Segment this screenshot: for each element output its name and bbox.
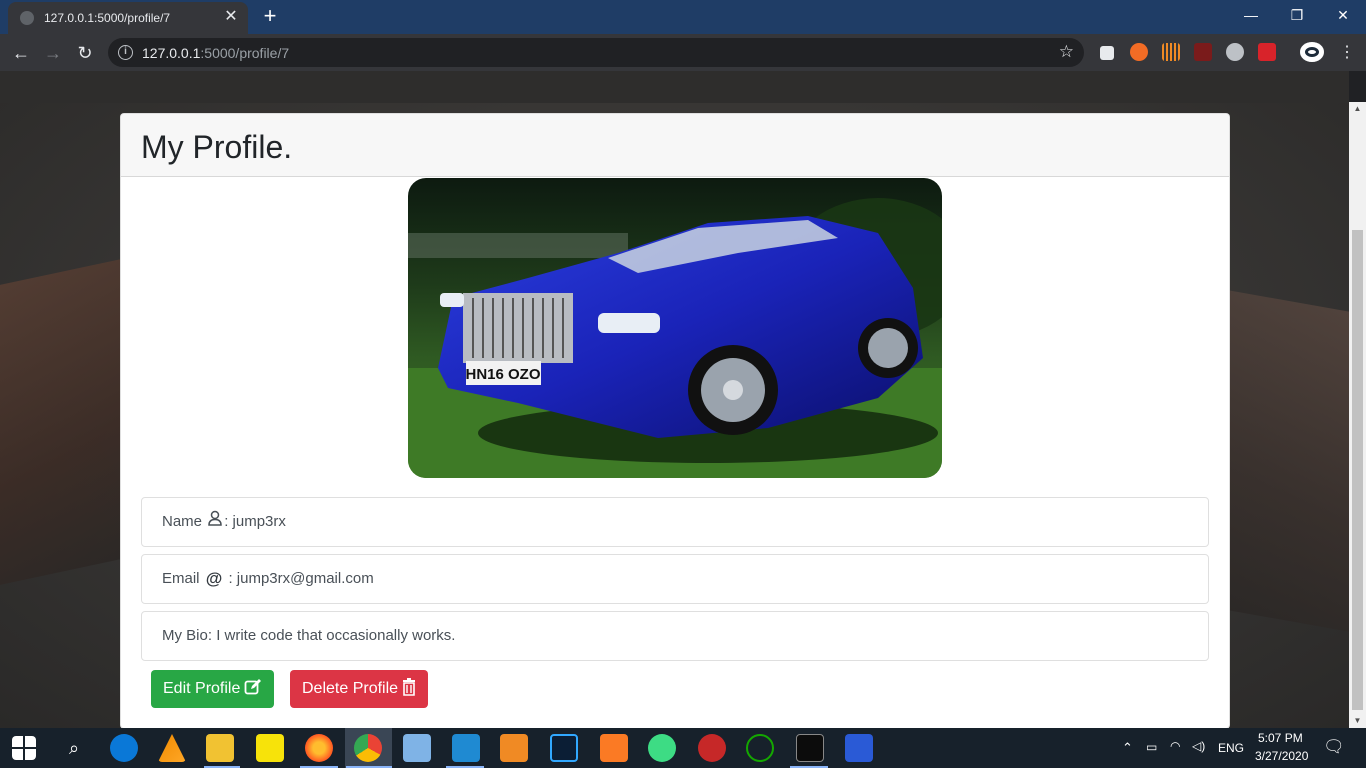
- site-info-icon[interactable]: i: [118, 45, 133, 60]
- wifi-icon[interactable]: ◠: [1170, 739, 1180, 753]
- forward-button[interactable]: →: [40, 40, 66, 66]
- chrome-icon[interactable]: [354, 734, 382, 762]
- email-value: jump3rx@gmail.com: [236, 570, 374, 587]
- at-icon: @: [205, 569, 223, 589]
- user-icon: [208, 498, 222, 546]
- eye-ext-icon[interactable]: [1300, 42, 1324, 62]
- page-top-band: [0, 71, 1349, 103]
- scroll-down-icon[interactable]: ▼: [1349, 714, 1366, 728]
- back-button[interactable]: ←: [8, 40, 34, 66]
- powershell-icon[interactable]: [845, 734, 873, 762]
- name-value: jump3rx: [232, 513, 286, 530]
- honey-ext-icon[interactable]: [1130, 43, 1148, 61]
- browser-tab-strip: 127.0.0.1:5000/profile/7 ✕ + — ❐ ✕: [0, 0, 1366, 34]
- vlc-icon[interactable]: [158, 734, 186, 762]
- bio-field: My Bio: I write code that occasionally w…: [141, 611, 1209, 661]
- address-bar[interactable]: i 127.0.0.1:5000/profile/7 ☆: [108, 38, 1084, 67]
- maximize-button[interactable]: ❐: [1274, 0, 1320, 30]
- reload-button[interactable]: ↻: [72, 40, 98, 66]
- volume-icon[interactable]: ◁): [1192, 739, 1205, 753]
- tab-close-icon[interactable]: ✕: [222, 8, 240, 26]
- android-studio-icon[interactable]: [648, 734, 676, 762]
- delete-profile-button[interactable]: Delete Profile: [290, 670, 429, 711]
- url-text[interactable]: 127.0.0.1:5000/profile/7: [142, 45, 289, 61]
- page-viewport: My Profile. HN16 OZO Name: jump3rx Emai…: [0, 71, 1349, 728]
- new-tab-button[interactable]: +: [258, 5, 282, 29]
- bookmark-star-icon[interactable]: ☆: [1059, 42, 1074, 62]
- audio-ext-icon[interactable]: [1162, 43, 1180, 61]
- windows-taskbar: ⌕ ⌃ ▭ ◠ ◁) ENG 5:07 PM 3/27/2020 🗨: [0, 728, 1366, 768]
- background-book-right: [1229, 290, 1349, 632]
- virtualbox-icon[interactable]: [403, 734, 431, 762]
- trash-icon: [402, 673, 416, 711]
- media-player-icon[interactable]: [500, 734, 528, 762]
- minimize-button[interactable]: —: [1228, 0, 1274, 30]
- profile-photo: HN16 OZO: [408, 178, 942, 478]
- pdf-ext-icon[interactable]: [1194, 43, 1212, 61]
- globe-icon: [20, 11, 34, 25]
- firefox-icon[interactable]: [305, 734, 333, 762]
- start-icon[interactable]: [12, 736, 36, 760]
- language-indicator[interactable]: ENG: [1218, 741, 1244, 755]
- search-icon[interactable]: ⌕: [60, 734, 88, 762]
- battery-icon[interactable]: ▭: [1146, 740, 1157, 754]
- tray-expand-icon[interactable]: ⌃: [1122, 740, 1133, 756]
- clock-time[interactable]: 5:07 PM: [1258, 731, 1303, 745]
- bio-value: I write code that occasionally works.: [216, 627, 456, 644]
- menu-icon[interactable]: ⋮: [1334, 40, 1360, 66]
- email-field: Email @ : jump3rx@gmail.com: [141, 554, 1209, 604]
- pen-ext-icon[interactable]: [1100, 46, 1114, 60]
- sticky-notes-icon[interactable]: [256, 734, 284, 762]
- edit-icon: [244, 673, 262, 711]
- background-book-left: [0, 257, 130, 585]
- name-field: Name : jump3rx: [141, 497, 1209, 547]
- edge-icon[interactable]: [110, 734, 138, 762]
- edit-profile-button[interactable]: Edit Profile: [151, 670, 275, 711]
- vscode-icon[interactable]: [452, 734, 480, 762]
- browser-tab[interactable]: 127.0.0.1:5000/profile/7 ✕: [8, 2, 248, 34]
- notifications-icon[interactable]: 🗨: [1323, 737, 1345, 757]
- card-header: My Profile.: [121, 114, 1229, 177]
- scroll-up-icon[interactable]: ▲: [1349, 102, 1366, 116]
- xampp-icon[interactable]: [600, 734, 628, 762]
- page-scrollbar[interactable]: ▲ ▼: [1349, 102, 1366, 728]
- scrollbar-thumb[interactable]: [1352, 230, 1363, 710]
- browser-toolbar: ← → ↻ i 127.0.0.1:5000/profile/7 ☆ ⋮: [0, 34, 1366, 71]
- file-explorer-icon[interactable]: [206, 734, 234, 762]
- clock-date[interactable]: 3/27/2020: [1255, 749, 1308, 763]
- flash-ext-icon[interactable]: [1258, 43, 1276, 61]
- photoshop-icon[interactable]: [550, 734, 578, 762]
- unknown-app-icon[interactable]: [698, 734, 726, 762]
- number-plate: HN16 OZO: [465, 366, 540, 383]
- page-title: My Profile.: [141, 129, 293, 165]
- terminal-icon[interactable]: [796, 734, 824, 762]
- tab-title: 127.0.0.1:5000/profile/7: [44, 11, 171, 25]
- upwork-icon[interactable]: [746, 734, 774, 762]
- profile-card: My Profile. HN16 OZO Name: jump3rx Emai…: [120, 113, 1230, 728]
- clock-ext-icon[interactable]: [1226, 43, 1244, 61]
- close-window-button[interactable]: ✕: [1320, 0, 1366, 30]
